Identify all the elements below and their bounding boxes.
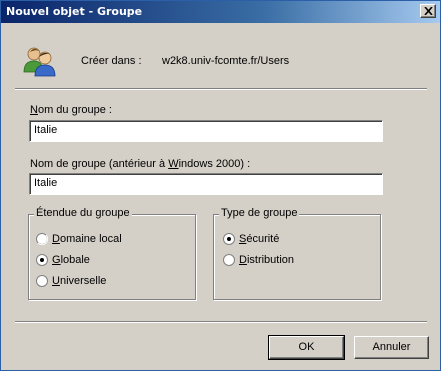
- scope-domain-local-label: Domaine local: [52, 233, 122, 245]
- radio-unchecked-icon: [36, 233, 48, 245]
- top-separator: [15, 88, 427, 90]
- group-type-title: Type de groupe: [219, 207, 300, 219]
- type-distribution-label: Distribution: [239, 254, 294, 266]
- cancel-button[interactable]: Annuler: [354, 336, 429, 359]
- create-in-value: w2k8.univ-fcomte.fr/Users: [162, 55, 290, 67]
- type-security-label: Sécurité: [239, 233, 279, 245]
- dialog-window: Nouvel objet - Groupe Créer dans : w2k8.…: [0, 0, 441, 371]
- scope-domain-local-rest: omaine local: [59, 233, 122, 245]
- group-name-pre2000-label-before: Nom de groupe (antérieur à: [30, 158, 169, 170]
- type-distribution-accel: D: [239, 254, 247, 266]
- radio-checked-icon: [36, 254, 48, 266]
- radio-checked-icon: [223, 233, 235, 245]
- radio-unchecked-icon: [223, 254, 235, 266]
- group-name-label-accel: N: [30, 104, 38, 116]
- group-name-pre2000-input[interactable]: Italie: [29, 173, 383, 195]
- bottom-separator: [15, 321, 427, 323]
- group-scope-title: Étendue du groupe: [34, 207, 132, 219]
- group-scope-box: Étendue du groupe Domaine local Globale …: [28, 207, 196, 300]
- users-group-icon: [23, 47, 56, 77]
- title-bar[interactable]: Nouvel objet - Groupe: [1, 1, 440, 23]
- group-name-input[interactable]: Italie: [29, 120, 383, 142]
- scope-global-rest: lobale: [60, 254, 90, 266]
- group-name-pre2000-label-after: indows 2000) :: [178, 158, 251, 170]
- scope-domain-local-accel: D: [52, 233, 60, 245]
- type-security-rest: écurité: [246, 233, 280, 245]
- close-button[interactable]: [420, 4, 436, 18]
- scope-global-label: Globale: [52, 254, 90, 266]
- window-title: Nouvel objet - Groupe: [6, 5, 143, 18]
- group-name-label-rest: om du groupe :: [37, 104, 112, 116]
- radio-unchecked-icon: [36, 275, 48, 287]
- close-icon: [424, 7, 433, 15]
- create-in-label: Créer dans :: [81, 55, 142, 67]
- scope-universal-accel: U: [52, 275, 60, 287]
- group-name-pre2000-label-accel: W: [168, 158, 179, 170]
- group-name-label: Nom du groupe :: [30, 104, 112, 116]
- group-name-pre2000-label: Nom de groupe (antérieur à Windows 2000)…: [30, 158, 250, 170]
- type-distribution-rest: istribution: [246, 254, 295, 266]
- scope-global-accel: G: [52, 254, 61, 266]
- scope-universal-label: Universelle: [52, 275, 106, 287]
- group-type-box: Type de groupe Sécurité Distribution: [213, 207, 381, 300]
- ok-button[interactable]: OK: [268, 335, 345, 360]
- scope-universal-rest: niverselle: [59, 275, 107, 287]
